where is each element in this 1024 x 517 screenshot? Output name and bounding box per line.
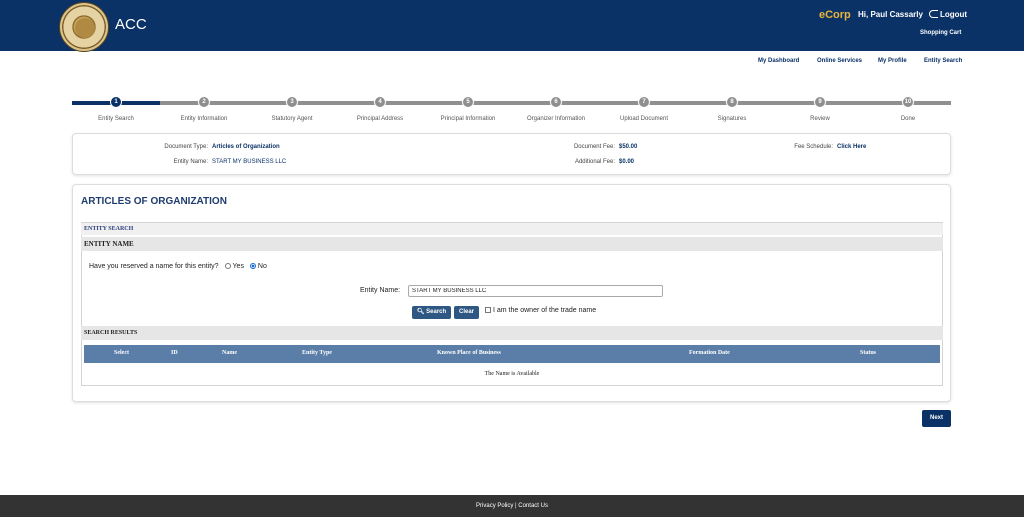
reserve-question-row: Have you reserved a name for this entity… (89, 263, 267, 270)
reserve-question: Have you reserved a name for this entity… (89, 263, 219, 270)
shopping-cart-link[interactable]: Shopping Cart (920, 30, 961, 36)
logout-icon (929, 10, 938, 18)
reserved-yes-radio[interactable] (224, 263, 231, 269)
state-seal-logo (59, 2, 109, 52)
logout-button[interactable]: Logout (929, 10, 967, 19)
nav-online-services[interactable]: Online Services (817, 58, 862, 64)
step-6-circle: 6 (550, 96, 562, 108)
step-2-label: Entity Information (180, 116, 228, 122)
fee-schedule-label: Fee Schedule: (794, 144, 833, 150)
entity-name-band: ENTITY NAME (81, 237, 943, 251)
col-known-place: Known Place of Business (437, 350, 501, 356)
step-8-circle: 8 (726, 96, 738, 108)
step-4-circle: 4 (374, 96, 386, 108)
entity-search-band: ENTITY SEARCH (81, 223, 943, 235)
step-1-label: Entity Search (98, 116, 134, 122)
col-id: ID (171, 350, 178, 356)
step-9-circle: 9 (814, 96, 826, 108)
step-5-label: Principal Information (440, 116, 496, 122)
step-3-label: Statutory Agent (271, 116, 313, 122)
step-1-circle: 1 (110, 96, 122, 108)
nav-my-profile[interactable]: My Profile (878, 58, 907, 64)
add-fee-value: $0.00 (619, 159, 635, 165)
step-7-circle: 7 (638, 96, 650, 108)
doc-type-label: Document Type: (164, 144, 208, 150)
search-results-band: SEARCH RESULTS (81, 326, 943, 340)
user-greeting: Hi, Paul Cassarly (858, 10, 923, 19)
header-bar: ACC eCorp Hi, Paul Cassarly Logout Shopp… (0, 0, 1024, 52)
clear-button[interactable]: Clear (454, 306, 479, 319)
trade-name-owner-checkbox[interactable] (485, 307, 491, 313)
footer-links[interactable]: Privacy Policy | Contact Us (476, 503, 548, 509)
results-message: The Name is Available (484, 371, 540, 377)
step-8-label: Signatures (717, 116, 747, 122)
col-formation-date: Formation Date (689, 350, 730, 356)
doc-type-value: Articles of Organization (212, 144, 280, 150)
yes-label: Yes (232, 263, 244, 270)
app-title: ACC (115, 16, 147, 33)
doc-fee-value: $50.00 (619, 144, 638, 150)
footer: Privacy Policy | Contact Us (0, 495, 1024, 517)
entity-name-label: Entity Name: (173, 159, 208, 165)
search-button[interactable]: 🔍︎ Search (412, 306, 451, 319)
step-5-circle: 5 (462, 96, 474, 108)
ecorp-brand: eCorp (819, 9, 851, 21)
step-9-label: Review (810, 116, 830, 122)
entity-name-field-label: Entity Name: (360, 287, 401, 294)
col-name: Name (222, 350, 237, 356)
entity-name-input[interactable] (408, 285, 663, 297)
results-table-header: Select ID Name Entity Type Known Place o… (84, 345, 940, 363)
step-3-circle: 3 (286, 96, 298, 108)
col-entity-type: Entity Type (302, 350, 332, 356)
trade-name-owner-label: I am the owner of the trade name (493, 307, 597, 314)
add-fee-label: Additional Fee: (574, 159, 615, 165)
document-info-card: Document Type: Articles of Organization … (72, 133, 951, 175)
doc-fee-label: Document Fee: (573, 144, 615, 150)
step-6-label: Organizer Information (526, 116, 586, 122)
page-title: ARTICLES OF ORGANIZATION (81, 196, 227, 207)
no-label: No (257, 263, 267, 270)
step-4-label: Principal Address (356, 116, 404, 122)
col-select: Select (114, 350, 129, 356)
step-10-circle: 10 (902, 96, 914, 108)
fee-schedule-link[interactable]: Click Here (837, 144, 866, 150)
nav-my-dashboard[interactable]: My Dashboard (758, 58, 799, 64)
nav-entity-search[interactable]: Entity Search (924, 58, 962, 64)
step-7-label: Upload Document (619, 116, 669, 122)
step-2-circle: 2 (198, 96, 210, 108)
col-status: Status (860, 350, 877, 356)
step-10-label: Done (900, 116, 916, 122)
entity-name-value: START MY BUSINESS LLC (212, 159, 287, 165)
reserved-no-radio[interactable] (249, 263, 256, 269)
next-button[interactable]: Next (922, 410, 951, 427)
